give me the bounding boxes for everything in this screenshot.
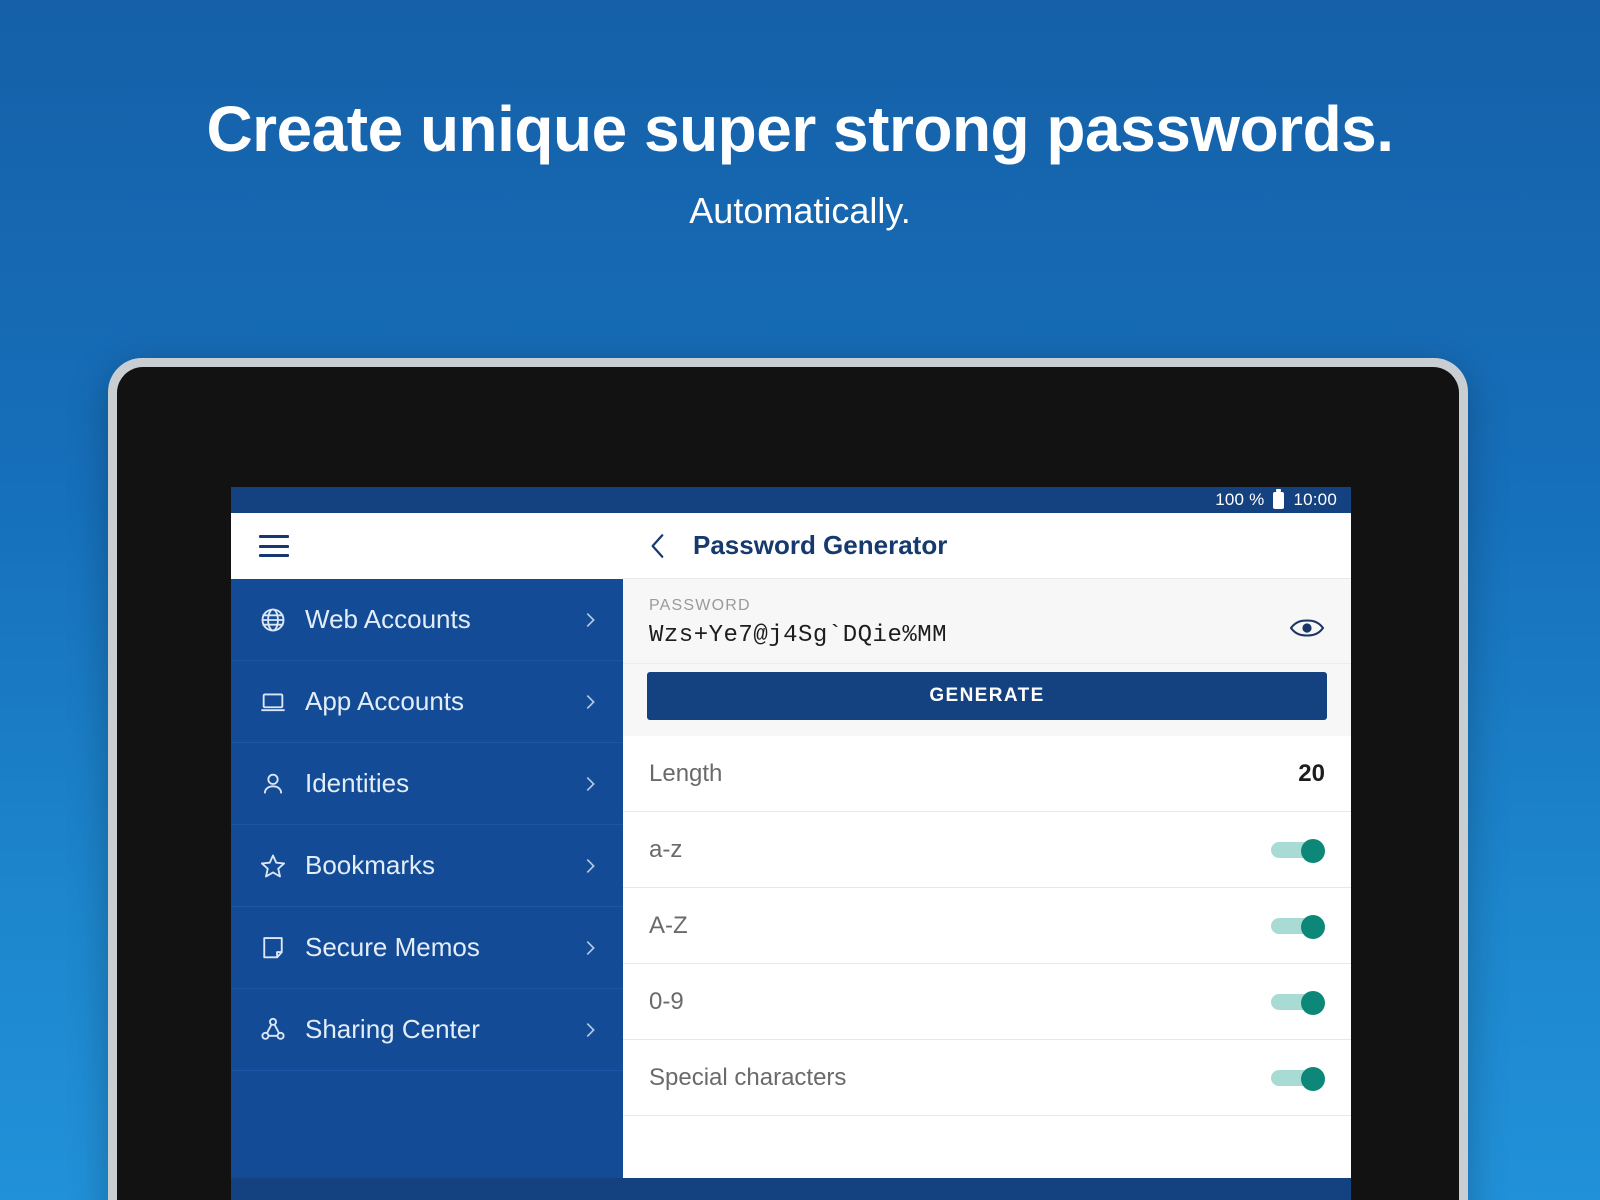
sidebar-item-sharing-center[interactable]: Sharing Center bbox=[231, 989, 623, 1071]
sidebar-item-web-accounts[interactable]: Web Accounts bbox=[231, 579, 623, 661]
password-value[interactable]: Wzs+Ye7@j4Sg`DQie%MM bbox=[649, 622, 1289, 649]
toggle-uppercase[interactable] bbox=[1271, 914, 1325, 939]
sidebar-item-secure-memos[interactable]: Secure Memos bbox=[231, 907, 623, 989]
sidebar-item-app-accounts[interactable]: App Accounts bbox=[231, 661, 623, 743]
app-bar: Password Generator bbox=[623, 513, 1351, 579]
battery-icon bbox=[1273, 488, 1285, 509]
eye-icon[interactable] bbox=[1289, 616, 1325, 646]
page-subtitle: Automatically. bbox=[689, 190, 911, 231]
chevron-right-icon bbox=[579, 855, 601, 877]
length-label: Length bbox=[649, 759, 723, 787]
chevron-right-icon bbox=[579, 609, 601, 631]
toggle-row-digits[interactable]: 0-9 bbox=[623, 964, 1351, 1040]
chevron-right-icon bbox=[579, 1019, 601, 1041]
toggle-row-special-characters[interactable]: Special characters bbox=[623, 1040, 1351, 1116]
star-icon bbox=[259, 851, 297, 881]
sidebar-item-bookmarks[interactable]: Bookmarks bbox=[231, 825, 623, 907]
password-field-label: PASSWORD bbox=[649, 597, 751, 614]
sidebar-item-label: Bookmarks bbox=[305, 850, 436, 880]
generate-button-wrap: GENERATE bbox=[623, 664, 1351, 736]
hamburger-icon[interactable] bbox=[259, 535, 289, 557]
toggle-row-lowercase[interactable]: a-z bbox=[623, 812, 1351, 888]
chevron-right-icon bbox=[579, 773, 601, 795]
toggle-lowercase[interactable] bbox=[1271, 838, 1325, 863]
sidebar-item-label: Identities bbox=[305, 768, 410, 798]
length-value: 20 bbox=[1298, 759, 1325, 787]
toggle-knob bbox=[1301, 990, 1325, 1015]
toggle-label: A-Z bbox=[649, 911, 688, 939]
globe-icon bbox=[259, 605, 297, 635]
app-bar-title: Password Generator bbox=[693, 530, 948, 560]
toggle-knob bbox=[1301, 1066, 1325, 1091]
navigation-drawer: Web Accounts App Accounts Identities Boo… bbox=[231, 513, 623, 1178]
toggle-row-uppercase[interactable]: A-Z bbox=[623, 888, 1351, 964]
toggle-label: a-z bbox=[649, 835, 683, 863]
app-body: Web Accounts App Accounts Identities Boo… bbox=[231, 513, 1351, 1178]
share-icon bbox=[259, 1015, 297, 1045]
chevron-right-icon bbox=[579, 937, 601, 959]
length-row[interactable]: Length 20 bbox=[623, 736, 1351, 812]
generate-button[interactable]: GENERATE bbox=[647, 672, 1327, 720]
tablet-device-frame: 100 % 10:00 Web Accounts App Accounts Id… bbox=[108, 358, 1468, 1200]
chevron-right-icon bbox=[579, 691, 601, 713]
toggle-digits[interactable] bbox=[1271, 990, 1325, 1015]
promo-screenshot: Create unique super strong passwords. Au… bbox=[0, 0, 1600, 1200]
sidebar-item-identities[interactable]: Identities bbox=[231, 743, 623, 825]
android-screen: 100 % 10:00 Web Accounts App Accounts Id… bbox=[231, 487, 1351, 1200]
password-value-row: Wzs+Ye7@j4Sg`DQie%MM bbox=[649, 615, 1325, 649]
clock-label: 10:00 bbox=[1293, 490, 1337, 509]
sidebar-item-label: Web Accounts bbox=[305, 604, 471, 634]
drawer-header bbox=[231, 513, 623, 579]
sidebar-item-label: App Accounts bbox=[305, 686, 464, 716]
toggle-knob bbox=[1301, 838, 1325, 863]
chevron-left-icon[interactable] bbox=[645, 531, 671, 561]
page-title: Create unique super strong passwords. bbox=[206, 93, 1394, 165]
status-bar: 100 % 10:00 bbox=[231, 487, 1351, 513]
toggle-label: Special characters bbox=[649, 1063, 847, 1091]
tablet-bezel: 100 % 10:00 Web Accounts App Accounts Id… bbox=[117, 367, 1459, 1200]
toggle-knob bbox=[1301, 914, 1325, 939]
note-icon bbox=[259, 933, 297, 963]
sidebar-item-label: Sharing Center bbox=[305, 1014, 480, 1044]
toggle-label: 0-9 bbox=[649, 987, 684, 1015]
password-field: PASSWORD Wzs+Ye7@j4Sg`DQie%MM bbox=[623, 579, 1351, 664]
android-navigation-bar bbox=[231, 1178, 1351, 1200]
sidebar-item-label: Secure Memos bbox=[305, 932, 480, 962]
content-pane: Password Generator PASSWORD Wzs+Ye7@j4Sg… bbox=[623, 513, 1351, 1178]
toggle-special-characters[interactable] bbox=[1271, 1066, 1325, 1091]
person-icon bbox=[259, 769, 297, 799]
battery-percent-label: 100 % bbox=[1215, 490, 1265, 509]
laptop-icon bbox=[259, 687, 297, 717]
